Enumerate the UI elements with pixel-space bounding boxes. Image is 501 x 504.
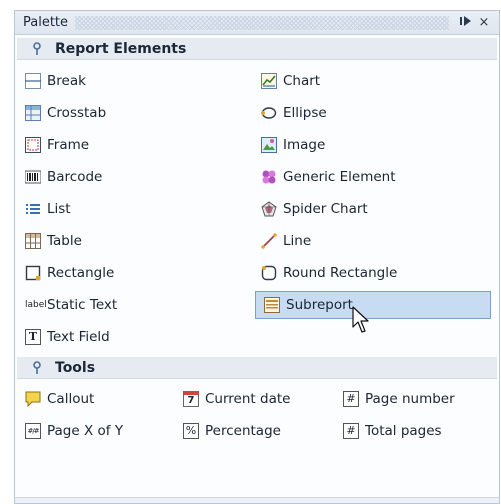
palette-item-frame[interactable]: Frame <box>17 133 247 157</box>
table-icon <box>25 233 41 249</box>
chart-icon <box>261 73 277 89</box>
ellipse-icon <box>261 105 277 121</box>
mouse-pointer-icon <box>352 306 369 333</box>
section-title: Report Elements <box>55 41 187 57</box>
section-report-elements[interactable]: Report Elements <box>17 38 497 60</box>
palette-item-line[interactable]: Line <box>253 229 489 253</box>
palette-item-page-number[interactable]: # Page number <box>335 387 495 411</box>
spider-chart-icon <box>261 201 277 217</box>
close-icon[interactable]: × <box>475 14 493 32</box>
palette-item-image[interactable]: Image <box>253 133 489 157</box>
generic-element-icon <box>261 169 277 185</box>
line-icon <box>261 233 277 249</box>
round-rectangle-icon <box>261 265 277 281</box>
palette-footer <box>15 497 499 503</box>
callout-icon <box>25 391 41 408</box>
category-pin-icon <box>31 42 43 56</box>
palette-item-chart[interactable]: Chart <box>253 69 489 93</box>
palette-item-static-text[interactable]: label Static Text <box>17 293 247 317</box>
titlebar-grip[interactable] <box>75 16 449 30</box>
palette-item-list[interactable]: List <box>17 197 247 221</box>
palette-item-spider-chart[interactable]: Spider Chart <box>253 197 489 221</box>
palette-item-round-rectangle[interactable]: Round Rectangle <box>253 261 489 285</box>
frame-icon <box>25 137 41 153</box>
palette-item-table[interactable]: Table <box>17 229 247 253</box>
palette-item-generic-element[interactable]: Generic Element <box>253 165 489 189</box>
rectangle-icon <box>25 265 41 281</box>
palette-item-barcode[interactable]: Barcode <box>17 165 247 189</box>
barcode-icon <box>24 169 42 185</box>
palette-item-callout[interactable]: Callout <box>17 387 175 411</box>
static-text-icon: label <box>25 300 47 310</box>
palette-panel: Palette × Report Elements Break Crosstab… <box>14 10 500 504</box>
palette-item-rectangle[interactable]: Rectangle <box>17 261 247 285</box>
palette-item-current-date[interactable]: 7 Current date <box>175 387 335 411</box>
subreport-icon <box>264 297 280 313</box>
total-pages-icon: # <box>343 423 359 439</box>
section-tools[interactable]: Tools <box>17 357 497 379</box>
palette-item-total-pages[interactable]: # Total pages <box>335 419 495 443</box>
page-number-icon: # <box>343 391 359 407</box>
section-title: Tools <box>55 360 96 376</box>
image-icon <box>261 137 277 153</box>
category-pin-icon <box>31 361 43 375</box>
palette-item-break[interactable]: Break <box>17 69 247 93</box>
page-x-of-y-icon: #/# <box>25 423 41 439</box>
palette-title: Palette <box>23 15 69 30</box>
palette-item-page-x-of-y[interactable]: #/# Page X of Y <box>17 419 175 443</box>
palette-titlebar[interactable]: Palette × <box>15 11 499 35</box>
palette-item-text-field[interactable]: T Text Field <box>17 325 247 349</box>
current-date-icon: 7 <box>183 391 199 407</box>
palette-item-crosstab[interactable]: Crosstab <box>17 101 247 125</box>
percentage-icon: % <box>183 423 199 439</box>
palette-item-percentage[interactable]: % Percentage <box>175 419 335 443</box>
list-icon <box>25 201 41 217</box>
pin-icon[interactable] <box>457 14 475 32</box>
break-icon <box>25 73 41 89</box>
palette-item-ellipse[interactable]: Ellipse <box>253 101 489 125</box>
text-field-icon: T <box>25 329 41 345</box>
crosstab-icon <box>25 105 41 121</box>
